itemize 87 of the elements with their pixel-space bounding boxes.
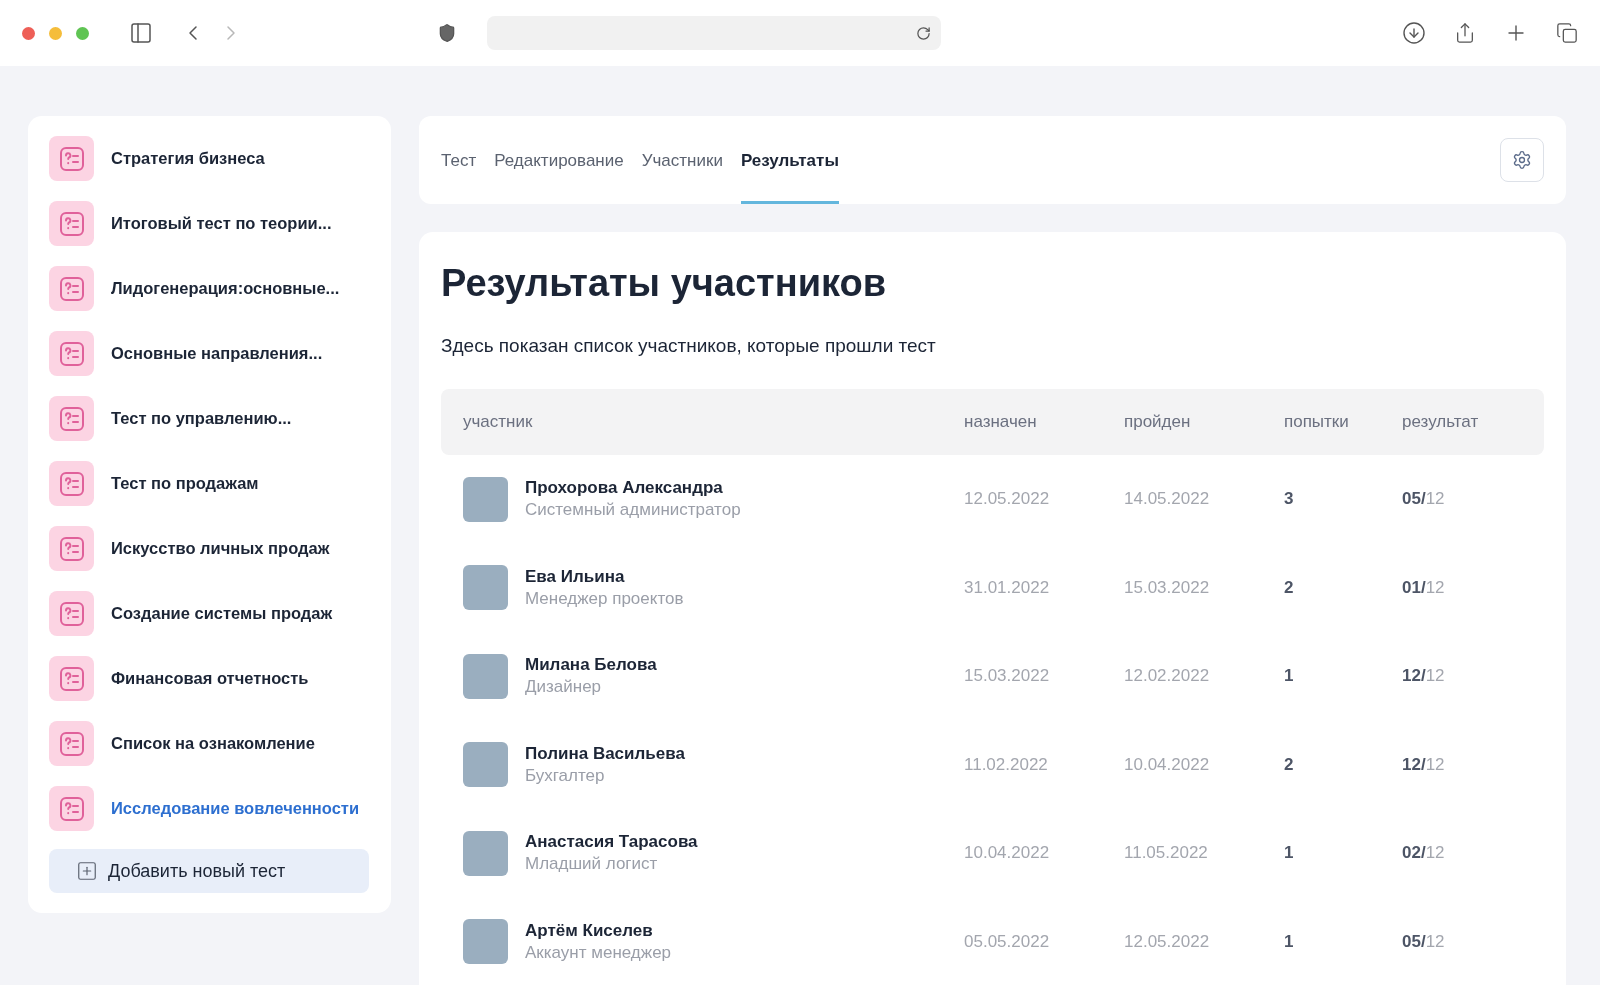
assigned-date: 11.02.2022 bbox=[964, 754, 1049, 775]
column-header: пройден bbox=[1124, 412, 1192, 432]
photo-placeholder bbox=[463, 830, 508, 876]
participant-role: Дизайнер bbox=[525, 677, 603, 698]
sidebar-toggle-icon[interactable] bbox=[129, 21, 153, 45]
participant-role: Бухгалтер bbox=[525, 765, 606, 786]
attempts-count: 2 bbox=[1284, 754, 1295, 775]
participant-name: Анастасия Тарасова bbox=[525, 832, 698, 853]
result-score: 02/12 bbox=[1402, 843, 1446, 864]
result-score: 01/12 bbox=[1402, 577, 1446, 598]
assigned-date: 12.05.2022 bbox=[964, 489, 1051, 510]
photo-placeholder bbox=[463, 565, 508, 611]
sidebar-item[interactable]: Исследование вовлеченности bbox=[49, 786, 369, 831]
attempts-count: 3 bbox=[1284, 489, 1295, 510]
quiz-icon bbox=[58, 665, 85, 692]
column-header: попытки bbox=[1284, 412, 1350, 432]
participant-name: Прохорова Александра bbox=[525, 478, 724, 499]
column-header: результат bbox=[1402, 412, 1480, 432]
sidebar-item[interactable]: Создание системы продаж bbox=[49, 591, 369, 636]
sidebar-item[interactable]: Тест по управлению... bbox=[49, 396, 369, 441]
sidebar-item[interactable]: Тест по продажам bbox=[49, 461, 369, 506]
participant-name: Полина Васильева bbox=[525, 743, 685, 764]
photo-placeholder bbox=[463, 653, 508, 699]
tab[interactable]: Участники bbox=[641, 116, 723, 204]
plus-icon bbox=[76, 860, 98, 882]
sidebar-item[interactable]: Искусство личных продаж bbox=[49, 526, 369, 571]
attempts-count: 2 bbox=[1284, 577, 1295, 598]
participant-role: Системный администратор bbox=[525, 500, 741, 521]
passed-date: 15.03.2022 bbox=[1124, 577, 1211, 598]
add-test-button[interactable]: Добавить новый тест bbox=[49, 849, 369, 893]
assigned-date: 05.05.2022 bbox=[964, 931, 1051, 952]
tab[interactable]: Редактирование bbox=[494, 116, 624, 204]
result-score: 05/12 bbox=[1402, 931, 1446, 952]
column-header: участник bbox=[463, 412, 534, 432]
attempts-count: 1 bbox=[1284, 843, 1295, 864]
participant-role: Аккаунт менеджер bbox=[525, 942, 672, 963]
tab[interactable]: Тест bbox=[441, 116, 477, 204]
quiz-icon bbox=[58, 145, 85, 172]
passed-date: 14.05.2022 bbox=[1124, 489, 1211, 510]
sidebar-item[interactable]: Лидогенерация:основные... bbox=[49, 266, 369, 311]
tabs-overview-icon[interactable] bbox=[1556, 22, 1578, 44]
passed-date: 12.02.2022 bbox=[1124, 666, 1211, 687]
sidebar-item[interactable]: Итоговый тест по теории... bbox=[49, 201, 369, 246]
settings-button[interactable] bbox=[1500, 138, 1544, 182]
sidebar-item[interactable]: Финансовая отчетность bbox=[49, 656, 369, 701]
participant-name: Ева Ильина bbox=[525, 566, 626, 587]
tab[interactable]: Результаты bbox=[740, 116, 839, 204]
photo-placeholder bbox=[463, 919, 508, 965]
assigned-date: 31.01.2022 bbox=[964, 577, 1051, 598]
shield-icon[interactable] bbox=[437, 23, 457, 43]
quiz-icon bbox=[58, 535, 85, 562]
quiz-icon bbox=[58, 600, 85, 627]
passed-date: 10.04.2022 bbox=[1124, 754, 1211, 775]
passed-date: 12.05.2022 bbox=[1124, 931, 1211, 952]
sidebar-item[interactable]: Основные направления... bbox=[49, 331, 369, 376]
column-header: назначен bbox=[964, 412, 1038, 432]
participant-role: Младший логист bbox=[525, 854, 659, 875]
passed-date: 11.05.2022 bbox=[1124, 843, 1209, 864]
reload-icon[interactable] bbox=[915, 25, 931, 41]
sidebar-item[interactable]: Список на ознакомление bbox=[49, 721, 369, 766]
page-title: Результаты участников bbox=[441, 262, 888, 305]
share-icon[interactable] bbox=[1454, 22, 1476, 44]
participant-role: Менеджер проектов bbox=[525, 588, 684, 609]
quiz-icon bbox=[58, 210, 85, 237]
page-subtitle: Здесь показан список участников, которые прошли тест bbox=[441, 335, 937, 357]
quiz-icon bbox=[58, 340, 85, 367]
quiz-icon bbox=[58, 275, 85, 302]
result-score: 12/12 bbox=[1402, 754, 1446, 775]
quiz-icon bbox=[58, 730, 85, 757]
quiz-icon bbox=[58, 470, 85, 497]
close-window-button[interactable] bbox=[22, 26, 35, 40]
result-score: 12/12 bbox=[1402, 666, 1446, 687]
attempts-count: 1 bbox=[1284, 666, 1295, 687]
download-icon[interactable] bbox=[1402, 21, 1426, 45]
sidebar-item[interactable]: Стратегия бизнеса bbox=[49, 136, 369, 181]
assigned-date: 15.03.2022 bbox=[964, 666, 1051, 687]
attempts-count: 1 bbox=[1284, 931, 1295, 952]
participant-name: Артём Киселев bbox=[525, 920, 654, 941]
assigned-date: 10.04.2022 bbox=[964, 843, 1051, 864]
settings-icon bbox=[1512, 150, 1532, 170]
photo-placeholder bbox=[463, 476, 508, 522]
photo-placeholder bbox=[463, 742, 508, 788]
result-score: 05/12 bbox=[1402, 489, 1446, 510]
quiz-icon bbox=[58, 795, 85, 822]
maximize-window-button[interactable] bbox=[76, 26, 89, 40]
participant-name: Милана Белова bbox=[525, 655, 657, 676]
quiz-icon bbox=[58, 405, 85, 432]
